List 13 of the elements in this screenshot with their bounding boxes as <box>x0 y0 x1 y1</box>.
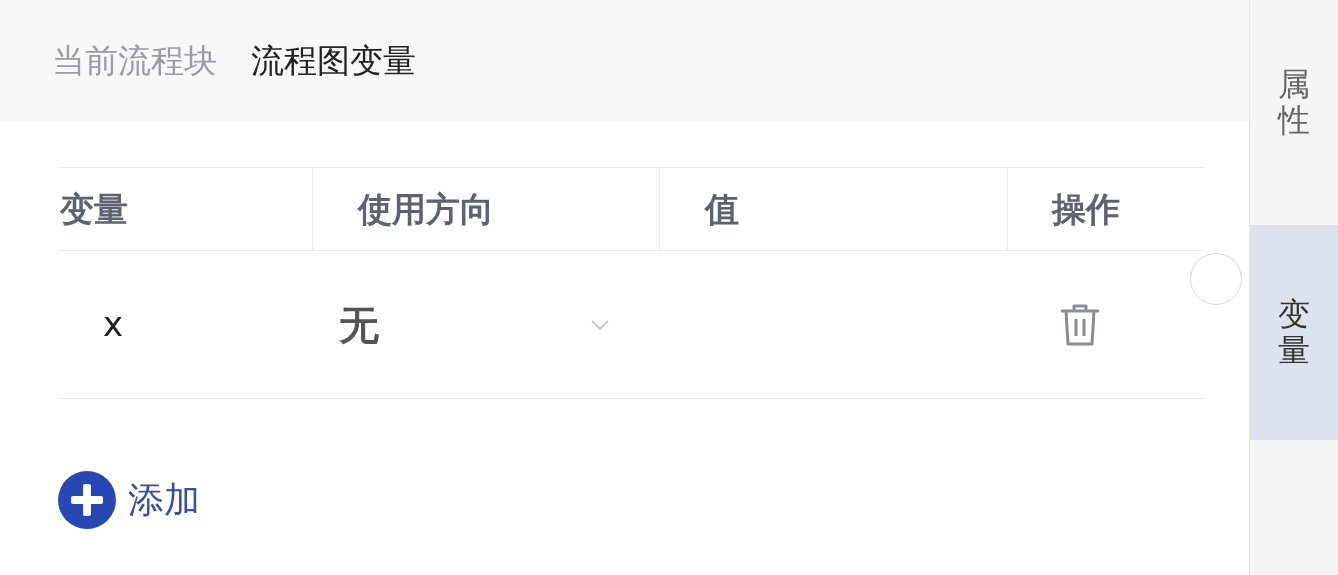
side-tab[interactable]: 属性 <box>1250 40 1338 165</box>
column-header: 值 <box>705 187 739 231</box>
panel-title: 流程图变量 <box>251 40 416 83</box>
column-header: 使用方向 <box>358 187 494 231</box>
side-tab[interactable]: 变量 <box>1250 225 1338 440</box>
add-button[interactable]: 添加 <box>58 471 200 529</box>
direction-select[interactable]: 无 <box>339 294 611 355</box>
plus-circle-icon <box>58 471 116 529</box>
column-header: 变量 <box>60 187 128 231</box>
column-header: 操作 <box>1052 187 1120 231</box>
variable-name: x <box>103 304 124 344</box>
chevron-down-icon <box>591 319 609 330</box>
breadcrumb-label: 当前流程块 <box>52 40 217 83</box>
